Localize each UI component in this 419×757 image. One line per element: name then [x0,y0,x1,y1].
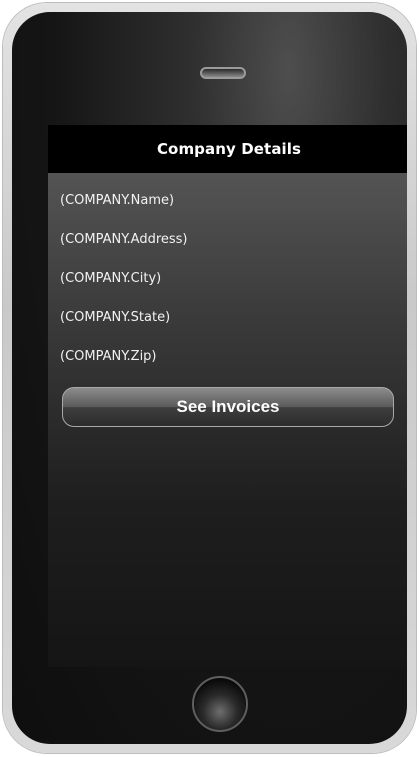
home-button-icon[interactable] [192,676,248,732]
company-address-field: (COMPANY.Address) [60,232,188,247]
company-zip-field: (COMPANY.Zip) [60,349,157,364]
company-state-field: (COMPANY.State) [60,310,171,325]
company-name-field: (COMPANY.Name) [60,193,175,208]
phone-device-frame: Company Details (COMPANY.Name) (COMPANY.… [3,3,416,753]
page-title: Company Details [156,140,302,158]
see-invoices-button[interactable]: See Invoices [62,387,394,427]
company-city-field: (COMPANY.City) [60,271,162,286]
title-bar: Company Details [48,125,407,173]
app-screen: Company Details (COMPANY.Name) (COMPANY.… [48,125,407,667]
see-invoices-button-label: See Invoices [176,397,280,416]
speaker-slot-icon [200,67,246,79]
phone-body: Company Details (COMPANY.Name) (COMPANY.… [12,12,407,744]
